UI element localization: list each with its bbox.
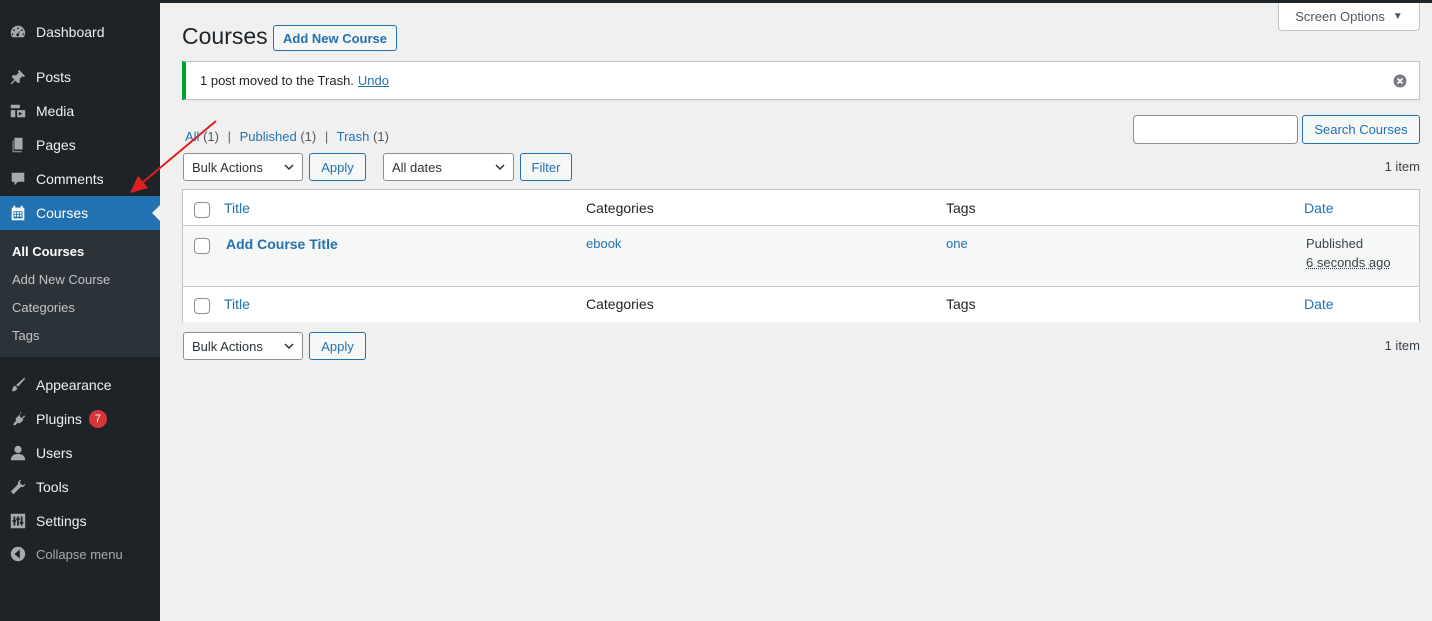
- paintbrush-icon: [0, 376, 36, 394]
- submenu-item-categories[interactable]: Categories: [12, 300, 75, 315]
- post-status: Published: [1306, 236, 1364, 251]
- sidebar-item-label: Comments: [36, 171, 104, 187]
- sidebar-item-media[interactable]: Media: [0, 94, 160, 128]
- filter-button[interactable]: Filter: [520, 153, 572, 181]
- post-date-ago: 6 seconds ago: [1306, 255, 1391, 270]
- view-trash-count: (1): [373, 129, 389, 144]
- collapse-arrow-icon: [0, 545, 36, 563]
- courses-submenu: All Courses Add New Course Categories Ta…: [0, 230, 160, 357]
- column-tags-footer: Tags: [946, 296, 976, 312]
- view-published-count: (1): [300, 129, 317, 144]
- sidebar-item-label: Posts: [36, 69, 72, 85]
- chevron-down-icon: [284, 164, 294, 171]
- bulk-actions-value: Bulk Actions: [192, 159, 263, 175]
- main-content: Screen Options ▼ Courses Add New Course …: [160, 0, 1432, 621]
- screen-options-button[interactable]: Screen Options ▼: [1278, 3, 1420, 31]
- sidebar-item-label: Tools: [36, 479, 69, 495]
- admin-sidebar: Dashboard Posts Media Pages Comments Cou…: [0, 0, 160, 621]
- column-categories: Categories: [586, 200, 654, 216]
- sidebar-item-label: Settings: [36, 513, 87, 529]
- table-footer-row: Title Categories Tags Date: [183, 286, 1419, 322]
- column-title-sort[interactable]: Title: [224, 200, 250, 216]
- media-icon: [0, 102, 36, 120]
- collapse-menu-button[interactable]: Collapse menu: [0, 537, 160, 571]
- sidebar-item-plugins[interactable]: Plugins 7: [0, 402, 160, 436]
- submenu-item-tags[interactable]: Tags: [12, 328, 39, 343]
- sidebar-item-users[interactable]: Users: [0, 436, 160, 470]
- bulk-actions-value: Bulk Actions: [192, 338, 263, 354]
- plugins-update-badge: 7: [88, 410, 107, 428]
- date-filter-select[interactable]: All dates: [383, 153, 514, 181]
- search-courses-button[interactable]: Search Courses: [1302, 115, 1420, 144]
- plug-icon: [0, 410, 36, 428]
- dismiss-icon[interactable]: [1393, 74, 1407, 88]
- courses-table: Title Categories Tags Date Add Course Ti…: [182, 189, 1420, 322]
- view-trash-link[interactable]: Trash: [337, 129, 370, 144]
- undo-link[interactable]: Undo: [358, 73, 389, 88]
- select-all-checkbox[interactable]: [194, 202, 210, 218]
- column-title-sort-footer[interactable]: Title: [224, 296, 250, 312]
- view-all-link[interactable]: All: [185, 129, 199, 144]
- submenu-item-add-new-course[interactable]: Add New Course: [12, 272, 110, 287]
- sidebar-item-label: Plugins: [36, 411, 82, 427]
- user-icon: [0, 444, 36, 462]
- pages-icon: [0, 136, 36, 154]
- sidebar-item-label: Pages: [36, 137, 76, 153]
- sidebar-item-comments[interactable]: Comments: [0, 162, 160, 196]
- submenu-item-all-courses[interactable]: All Courses: [12, 244, 84, 259]
- course-title-link[interactable]: Add Course Title: [226, 236, 338, 252]
- sidebar-item-label: Appearance: [36, 377, 112, 393]
- sidebar-item-label: Media: [36, 103, 75, 119]
- sidebar-item-appearance[interactable]: Appearance: [0, 368, 160, 402]
- bulk-actions-select[interactable]: Bulk Actions: [183, 153, 303, 181]
- pushpin-icon: [0, 68, 36, 86]
- sidebar-item-label: Courses: [36, 205, 89, 221]
- notice-message: 1 post moved to the Trash.: [200, 73, 354, 88]
- item-count: 1 item: [1384, 159, 1420, 174]
- view-published-link[interactable]: Published: [240, 129, 297, 144]
- sidebar-item-label: Users: [36, 445, 73, 461]
- page-title: Courses: [182, 23, 268, 49]
- settings-sliders-icon: [0, 512, 36, 530]
- chevron-down-icon: [495, 164, 505, 171]
- item-count-bottom: 1 item: [1384, 338, 1420, 353]
- apply-button[interactable]: Apply: [309, 153, 366, 181]
- add-new-course-button[interactable]: Add New Course: [273, 25, 398, 51]
- status-views: All (1) | Published (1) | Trash (1): [185, 129, 389, 144]
- table-row: Add Course Title ebook one Published 6 s…: [183, 226, 1419, 286]
- apply-button-bottom[interactable]: Apply: [309, 332, 366, 360]
- select-all-checkbox-footer[interactable]: [194, 298, 210, 314]
- tag-link[interactable]: one: [946, 236, 968, 251]
- column-date-sort[interactable]: Date: [1304, 200, 1334, 216]
- table-header-row: Title Categories Tags Date: [183, 190, 1419, 226]
- view-separator: |: [227, 129, 231, 144]
- search-input[interactable]: [1133, 115, 1298, 144]
- calendar-icon: [0, 204, 36, 222]
- screen-options-label: Screen Options: [1295, 9, 1385, 24]
- column-date-sort-footer[interactable]: Date: [1304, 296, 1334, 312]
- wrench-icon: [0, 478, 36, 496]
- view-all-count: (1): [203, 129, 219, 144]
- sidebar-item-label: Dashboard: [36, 24, 105, 40]
- date-filter-value: All dates: [392, 159, 442, 175]
- caret-down-icon: ▼: [1392, 11, 1403, 22]
- column-tags: Tags: [946, 200, 976, 216]
- dashboard-icon: [0, 23, 36, 41]
- sidebar-item-courses[interactable]: Courses: [0, 196, 160, 230]
- sidebar-item-tools[interactable]: Tools: [0, 470, 160, 504]
- chevron-down-icon: [284, 343, 294, 350]
- comment-icon: [0, 170, 36, 188]
- trash-notice: 1 post moved to the Trash. Undo: [182, 61, 1420, 100]
- sidebar-item-pages[interactable]: Pages: [0, 128, 160, 162]
- collapse-menu-label: Collapse menu: [36, 546, 123, 562]
- sidebar-item-dashboard[interactable]: Dashboard: [0, 15, 160, 49]
- row-checkbox[interactable]: [194, 238, 210, 254]
- sidebar-item-settings[interactable]: Settings: [0, 504, 160, 538]
- bulk-actions-select-bottom[interactable]: Bulk Actions: [183, 332, 303, 360]
- category-link[interactable]: ebook: [586, 236, 621, 251]
- view-separator: |: [324, 129, 329, 144]
- column-categories-footer: Categories: [586, 296, 654, 312]
- sidebar-item-posts[interactable]: Posts: [0, 60, 160, 94]
